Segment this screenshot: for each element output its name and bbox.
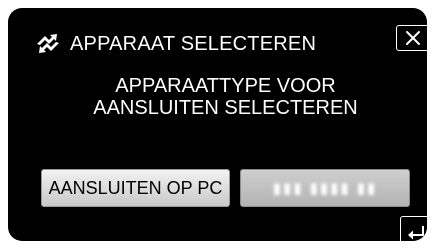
back-button[interactable] bbox=[400, 216, 427, 241]
close-button[interactable] bbox=[396, 25, 427, 51]
close-icon bbox=[406, 31, 420, 45]
blurred-device-button[interactable]: ▮▮▮ ▮▮▮▮ ▮▮ bbox=[240, 169, 410, 207]
return-arrow-icon bbox=[408, 226, 424, 240]
instruction-line-1: APPARAATTYPE VOOR bbox=[115, 75, 336, 97]
page-title: APPARAAT SELECTEREN bbox=[70, 33, 317, 55]
connection-arrows-icon bbox=[37, 34, 59, 53]
instruction-line-2: AANSLUITEN SELECTEREN bbox=[93, 97, 358, 119]
connect-to-pc-button[interactable]: AANSLUITEN OP PC bbox=[41, 169, 230, 207]
blurred-device-label: ▮▮▮ ▮▮▮▮ ▮▮ bbox=[272, 180, 378, 197]
camera-menu-screen: APPARAAT SELECTEREN APPARAATTYPE VOOR AA… bbox=[8, 8, 427, 241]
instruction-message: APPARAATTYPE VOOR AANSLUITEN SELECTEREN bbox=[8, 75, 427, 119]
